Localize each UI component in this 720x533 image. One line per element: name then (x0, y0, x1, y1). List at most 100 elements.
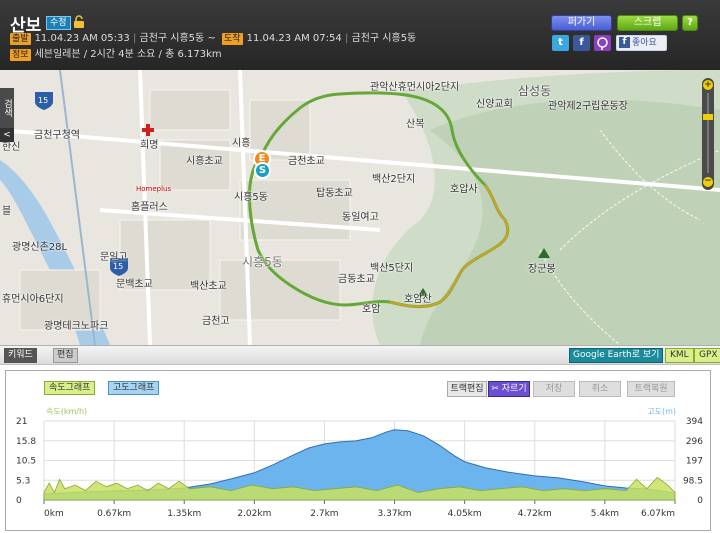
collapse-arrow-icon[interactable]: < (0, 128, 14, 142)
x-tick-label: 5.4km (591, 509, 619, 519)
twitter-icon[interactable]: t (552, 35, 569, 51)
map-label: 블 (2, 206, 12, 217)
map-label: 삼성동 (518, 84, 552, 98)
info-line: 정보 세븐일레븐 / 2시간 4분 소요 / 총 6.173km (10, 48, 222, 62)
y-tick-label-left: 0 (16, 496, 22, 506)
map-label: 홈플러스 (131, 202, 168, 213)
x-tick-label: 6.07km (641, 509, 675, 519)
elevation-graph-tab[interactable]: 고도그래프 (108, 381, 160, 395)
x-axis-labels: 0km 0.67km 1.35km 2.02km 2.7km 3.37km 4.05km 4.… (44, 509, 675, 519)
facebook-like-button[interactable]: f 좋아요 (616, 35, 667, 51)
me2day-icon[interactable] (594, 35, 611, 51)
keyword-label: 키워드 (4, 348, 37, 363)
y-tick-label-right: 197 (686, 457, 703, 467)
map-label: 문일고 (100, 252, 128, 263)
restore-track-button[interactable]: 트랙복원 (627, 381, 675, 397)
map-label: 호압사 (450, 184, 478, 195)
map-label: 백산초교 (190, 281, 227, 292)
x-tick-label: 2.7km (310, 509, 338, 519)
map-label: 관악제2구립운동장 (548, 101, 628, 112)
x-tick-label: 0.67km (97, 509, 131, 519)
tilde: ~ (207, 33, 216, 44)
start-marker[interactable]: S (254, 162, 271, 179)
map-label: 백산2단지 (372, 174, 416, 185)
facebook-icon[interactable]: f (573, 35, 590, 51)
keyword-toolbar: 키워드 편집 Google Earth로 보기 KML GPX (0, 345, 720, 365)
x-tick-label: 1.35km (167, 509, 201, 519)
y-tick-label-left: 5.3 (16, 476, 30, 486)
track-edit-label: 트랙편집 (447, 381, 487, 397)
graph-panel: 속도그래프 고도그래프 트랙편집 ✂ 자르기 저장 취소 트랙복원 21 15.8… (0, 366, 720, 533)
left-axis-title: 속도(km/h) (46, 407, 87, 416)
map-label: 탑동초교 (316, 188, 353, 199)
cancel-button[interactable]: 취소 (579, 381, 621, 397)
lock-icon (74, 15, 84, 28)
info-tag: 정보 (10, 49, 31, 61)
like-label: 좋아요 (632, 38, 657, 48)
y-tick-label-right: 98.5 (683, 476, 703, 486)
highway-number: 15 (38, 96, 49, 105)
left-axis-labels: 21 15.8 10.5 5.3 0 (16, 417, 36, 506)
map-label: 광명신촌28L (12, 242, 68, 253)
cut-button[interactable]: ✂ 자르기 (488, 381, 530, 397)
map-label: 신양교회 (476, 99, 513, 110)
info-text: 세븐일레븐 / 2시간 4분 소요 / 총 6.173km (34, 49, 222, 60)
edit-badge[interactable]: 수정 (46, 16, 71, 30)
map-label: 시흥 (232, 138, 251, 149)
zoom-slider-handle[interactable] (703, 114, 713, 120)
start-line: 출발 11.04.23 AM 05:33 | 금천구 시흥5동 ~ 도착 11.04… (10, 32, 416, 46)
map-label: 금동초교 (338, 274, 375, 285)
y-tick-label-right: 394 (686, 417, 703, 427)
help-button[interactable]: ? (682, 15, 698, 31)
map-label: 희명 (140, 140, 159, 151)
map-label: 백산5단지 (370, 263, 414, 274)
x-tick-label: 3.37km (378, 509, 412, 519)
y-tick-label-right: 296 (686, 437, 703, 447)
map-label: 호암산 (404, 294, 432, 305)
save-button[interactable]: 저장 (533, 381, 575, 397)
start-time: 11.04.23 AM 05:33 (34, 33, 130, 44)
scrap-button[interactable]: 스크랩 (617, 15, 678, 31)
keyword-edit-button[interactable]: 편집 (53, 348, 78, 363)
map-label: 금천구청역 (34, 130, 80, 141)
google-earth-button[interactable]: Google Earth로 보기 (569, 348, 664, 363)
zoom-control[interactable]: + − (702, 78, 714, 190)
separator: | (344, 33, 349, 44)
map-label: 시흥5동 (234, 192, 268, 203)
map-label: 광명테크노파크 (44, 321, 109, 332)
map-label: 관악산휴먼시아2단지 (370, 82, 460, 93)
arrive-tag: 도착 (222, 33, 243, 45)
map-label: 시흥5동 (242, 255, 283, 269)
start-place: 금천구 시흥5동 (139, 33, 205, 44)
facebook-f-icon: f (619, 37, 630, 48)
send-button[interactable]: 퍼가기 (551, 15, 612, 31)
map-label: 호암 (362, 304, 381, 315)
map-label: 장군봉 (528, 264, 556, 275)
speed-graph-tab[interactable]: 속도그래프 (44, 381, 96, 395)
x-tick-label: 2.02km (237, 509, 271, 519)
arrive-place: 금천구 시흥5동 (351, 33, 417, 44)
map-label: 금천초교 (288, 156, 325, 167)
map-label: 산복 (406, 119, 425, 130)
map-label: 금천고 (202, 316, 230, 327)
highway-number: 15 (113, 262, 124, 271)
x-tick-label: 0km (44, 509, 64, 519)
kml-button[interactable]: KML (665, 348, 694, 363)
separator: | (132, 33, 137, 44)
zoom-out-icon[interactable]: − (703, 177, 713, 187)
start-tag: 출발 (10, 33, 31, 45)
map-label: Homeplus (136, 185, 172, 193)
header-bar: 산보 수정 출발 11.04.23 AM 05:33 | 금천구 시흥5동 ~ 도… (0, 0, 720, 70)
zoom-in-icon[interactable]: + (703, 80, 713, 90)
map-view[interactable]: 관악산휴먼시아2단지 삼성동 신양교회 관악제2구립운동장 산복 금천구청역 한… (0, 70, 720, 345)
zoom-track (707, 93, 709, 173)
x-tick-label: 4.05km (448, 509, 482, 519)
right-axis-labels: 394 296 197 98.5 0 (683, 417, 703, 506)
elevation-speed-chart[interactable]: 21 15.8 10.5 5.3 0 394 296 197 98.5 0 0km 0.67km 1… (6, 401, 710, 531)
map-label: 휴먼시아6단지 (2, 294, 64, 305)
graph-frame: 속도그래프 고도그래프 트랙편집 ✂ 자르기 저장 취소 트랙복원 21 15.8… (5, 370, 711, 531)
map-search-tab[interactable]: 검색 (0, 88, 14, 128)
y-tick-label-left: 15.8 (16, 437, 36, 447)
gpx-button[interactable]: GPX (694, 348, 720, 363)
right-axis-title: 고도(m) (647, 407, 676, 416)
